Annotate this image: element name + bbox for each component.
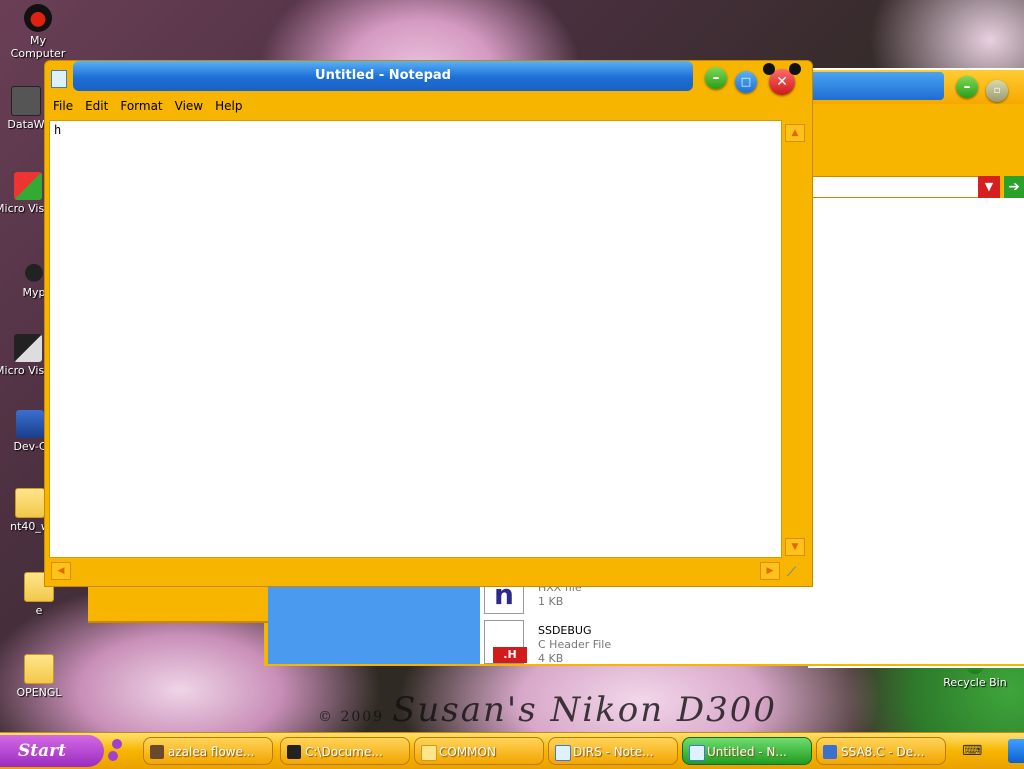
7zip-icon (287, 745, 301, 759)
resize-grip-icon[interactable]: ⟋ (787, 565, 803, 580)
wallpaper-watermark: © 2009 Susan's Nikon D300 (318, 690, 777, 730)
go-arrow-icon[interactable]: ➔ (1004, 176, 1024, 198)
watermark-year: © 2009 (318, 709, 385, 725)
header-file-icon: .H (484, 620, 527, 664)
desktop-icon-opengl[interactable]: OPENGL (3, 654, 75, 699)
maximize-icon[interactable]: □ (735, 71, 757, 93)
taskbar-item-7zip[interactable]: C:\Docume... (280, 737, 410, 765)
keyboard-icon[interactable]: ⌨ (962, 743, 982, 759)
minimize-icon[interactable]: – (956, 76, 978, 98)
desktop-icon-my-computer[interactable]: My Computer (2, 4, 74, 60)
background-explorer-window: n HXX file 1 KB .H SSDEBUG C Header File… (264, 580, 1024, 666)
taskbar-item-label: COMMON (439, 745, 496, 759)
taskbar-item-ssa8-devc[interactable]: SSA8.C - De... (816, 737, 946, 765)
taskbar-item-label: C:\Docume... (305, 745, 383, 759)
clock-icon[interactable] (1008, 739, 1024, 763)
explorer-icon (150, 745, 164, 759)
folder-icon (24, 654, 54, 684)
menu-help[interactable]: Help (209, 97, 248, 115)
background-explorer-window-top[interactable]: – ▫ ▼ ➔ (808, 68, 1024, 668)
taskbar: Start azalea flowe... C:\Docume... COMMO… (0, 732, 1024, 769)
scroll-down-icon[interactable]: ▼ (785, 538, 805, 556)
taskbar-item-azalea[interactable]: azalea flowe... (143, 737, 273, 765)
computer-icon (24, 4, 52, 32)
taskbar-item-common[interactable]: COMMON (414, 737, 544, 765)
taskbar-item-untitled-notepad[interactable]: Untitled - N... (682, 737, 812, 765)
notepad-text-area[interactable]: h (49, 120, 782, 558)
devcpp-icon (823, 745, 837, 759)
address-dropdown-icon[interactable]: ▼ (978, 176, 1000, 198)
desktop-icon-label: OPENGL (16, 686, 62, 699)
horizontal-scrollbar[interactable]: ◀ ▶ (49, 560, 782, 580)
desktop-icon-label: Recycle Bin (943, 676, 1007, 689)
start-button[interactable]: Start (0, 735, 104, 767)
minimize-icon[interactable]: – (705, 67, 727, 89)
folder-icon (15, 488, 45, 518)
address-bar[interactable] (810, 176, 980, 198)
explorer-file-list: n HXX file 1 KB .H SSDEBUG C Header File… (480, 580, 1024, 665)
menu-file[interactable]: File (47, 97, 79, 115)
system-tray: ⌨ (958, 735, 1024, 767)
taskbar-item-dirs-notepad[interactable]: DIRS - Note... (548, 737, 678, 765)
shortcut-icon (11, 86, 41, 116)
devcpp-icon (16, 410, 44, 438)
quick-launch-icon[interactable] (108, 739, 128, 763)
scroll-right-icon[interactable]: ▶ (760, 562, 780, 580)
notepad-window[interactable]: Untitled - Notepad – □ ✕ File Edit Format V… (44, 60, 813, 587)
notepad-titlebar[interactable]: Untitled - Notepad (73, 61, 693, 91)
desktop-icon-label: My Computer (10, 34, 66, 60)
notepad-icon (555, 745, 571, 761)
vertical-scrollbar[interactable]: ▲ ▼ (783, 120, 807, 558)
scroll-up-icon[interactable]: ▲ (785, 124, 805, 142)
explorer-task-pane (268, 580, 480, 664)
desktop-icon-label: e (35, 604, 43, 617)
scroll-left-icon[interactable]: ◀ (51, 562, 71, 580)
visual-studio-icon (14, 334, 42, 362)
menu-view[interactable]: View (169, 97, 209, 115)
folder-icon (421, 745, 437, 761)
taskbar-item-label: Untitled - N... (707, 745, 787, 759)
visual-studio-icon (14, 172, 42, 200)
notepad-icon (51, 70, 67, 88)
menu-bar: File Edit Format View Help (47, 97, 248, 117)
file-size: 4 KB (538, 652, 564, 665)
menu-format[interactable]: Format (114, 97, 168, 115)
mickey-ear-right-icon (789, 63, 801, 75)
mickey-ear-left-icon (763, 63, 775, 75)
background-window-title (808, 72, 944, 100)
taskbar-item-label: DIRS - Note... (573, 745, 654, 759)
menu-edit[interactable]: Edit (79, 97, 114, 115)
file-type: C Header File (538, 638, 612, 651)
maximize-icon[interactable]: ▫ (986, 80, 1008, 102)
notepad-icon (689, 745, 705, 761)
background-window-fragment (88, 585, 268, 623)
taskbar-item-label: azalea flowe... (168, 745, 255, 759)
taskbar-item-label: SSA8.C - De... (841, 745, 925, 759)
watermark-text: Susan's Nikon D300 (392, 690, 778, 730)
file-size: 1 KB (538, 595, 564, 608)
file-name: SSDEBUG (538, 624, 592, 637)
